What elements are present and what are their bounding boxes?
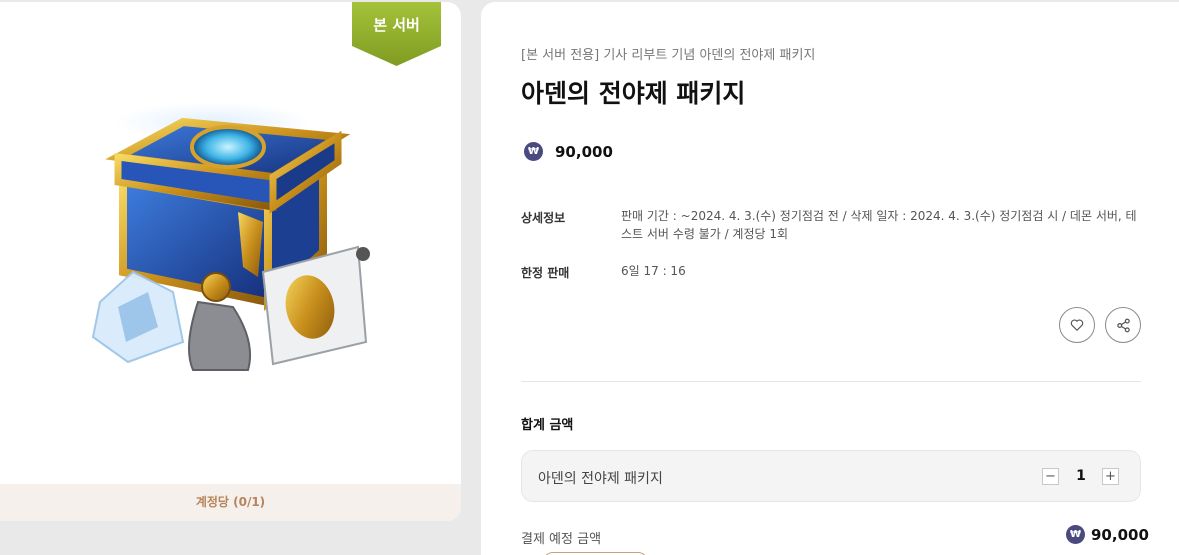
limited-sale-countdown: 6일 17 : 16 — [621, 264, 686, 278]
wishlist-button[interactable] — [1059, 307, 1095, 343]
quantity-value: 1 — [1076, 468, 1086, 484]
selected-item-name: 아덴의 전야제 패키지 — [538, 471, 663, 487]
payment-amount-row: ₩ 90,000 — [1066, 525, 1149, 544]
payment-amount: 90,000 — [1091, 525, 1149, 544]
share-icon — [1116, 318, 1130, 332]
increase-quantity-button[interactable]: + — [1102, 468, 1119, 485]
won-coin-icon: ₩ — [524, 142, 543, 161]
product-subtitle: [본 서버 전용] 기사 리부트 기념 아덴의 전야제 패키지 — [521, 48, 816, 63]
product-image-card: 본 서버 계정당 (0/1) — [0, 2, 461, 521]
won-coin-icon: ₩ — [1066, 525, 1085, 544]
product-info-panel: [본 서버 전용] 기사 리부트 기념 아덴의 전야제 패키지 아덴의 전야제 … — [481, 2, 1179, 555]
price-row: ₩ 90,000 — [524, 142, 613, 161]
product-price: 90,000 — [555, 142, 613, 161]
details-label: 상세정보 — [521, 211, 566, 225]
share-button[interactable] — [1105, 307, 1141, 343]
limited-sale-label: 한정 판매 — [521, 266, 570, 280]
details-value: 판매 기간 : ~2024. 4. 3.(수) 정기점검 전 / 삭제 일자 :… — [621, 209, 1137, 241]
server-badge: 본 서버 — [352, 2, 441, 68]
product-title: 아덴의 전야제 패키지 — [521, 79, 746, 108]
decrease-quantity-button[interactable]: − — [1042, 468, 1059, 485]
quantity-selector: 아덴의 전야제 패키지 − 1 + — [521, 450, 1141, 502]
account-purchase-limit: 계정당 (0/1) — [0, 484, 461, 521]
package-chest-image — [91, 102, 370, 371]
server-badge-label: 본 서버 — [373, 16, 420, 34]
total-label: 합계 금액 — [521, 418, 574, 433]
section-divider — [521, 381, 1141, 382]
heart-icon — [1070, 319, 1084, 331]
payment-amount-label: 결제 예정 금액 — [521, 532, 602, 547]
